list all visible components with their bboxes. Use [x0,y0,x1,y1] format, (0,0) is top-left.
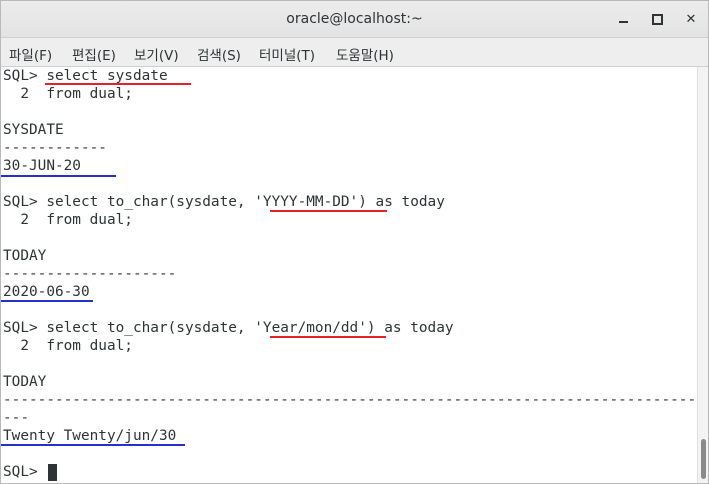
terminal-window: oracle@localhost:~ ✕ 파일(F) 편집(E) 보기(V) 검… [0,0,709,484]
terminal-line: ------------ [3,140,107,156]
menu-search[interactable]: 검색(S) [197,44,241,64]
blue-underline-annotation [1,175,116,177]
terminal-line: TODAY [3,374,47,390]
terminal-line: TODAY [3,248,47,264]
blue-underline-annotation [1,300,93,302]
minimize-icon [618,21,628,23]
terminal-line: 2 from dual; [3,338,133,354]
menu-help[interactable]: 도움말(H) [336,44,394,64]
menu-terminal[interactable]: 터미널(T) [259,44,315,64]
red-underline-annotation [45,83,191,85]
title-bar[interactable]: oracle@localhost:~ ✕ [1,1,708,38]
menu-view[interactable]: 보기(V) [134,44,179,64]
menu-bar: 파일(F) 편집(E) 보기(V) 검색(S) 터미널(T) 도움말(H) [1,38,708,67]
terminal-line: 2020-06-30 [3,284,90,300]
maximize-button[interactable] [646,8,668,30]
menu-file[interactable]: 파일(F) [9,44,52,64]
terminal-line: -------------------- [3,266,177,282]
terminal-line: 30-JUN-20 [3,158,81,174]
close-icon: ✕ [685,11,697,27]
text-cursor [48,464,57,481]
terminal-line: 2 from dual; [3,212,133,228]
terminal-prompt-line: SQL> [3,464,47,480]
terminal-line: --- [3,410,29,426]
terminal-line: 2 from dual; [3,86,133,102]
scrollbar-thumb[interactable] [701,439,706,479]
red-underline-annotation [270,336,386,338]
close-button[interactable]: ✕ [680,8,702,30]
window-title: oracle@localhost:~ [286,11,423,27]
vertical-scrollbar[interactable] [697,67,708,483]
terminal-line: Twenty Twenty/jun/30 [3,428,177,444]
red-underline-annotation [270,210,387,212]
minimize-button[interactable] [612,8,634,30]
terminal-line: ----------------------------------------… [3,392,697,408]
terminal-output[interactable]: SQL> select sysdate 2 from dual; SYSDATE… [1,67,697,483]
blue-underline-annotation [1,444,185,446]
terminal-line: SQL> select to_char(sysdate, 'Year/mon/d… [3,320,454,336]
menu-edit[interactable]: 편집(E) [72,44,116,64]
maximize-icon [651,13,663,25]
terminal-line: SYSDATE [3,122,64,138]
terminal-line: SQL> select to_char(sysdate, 'YYYY-MM-DD… [3,194,445,210]
